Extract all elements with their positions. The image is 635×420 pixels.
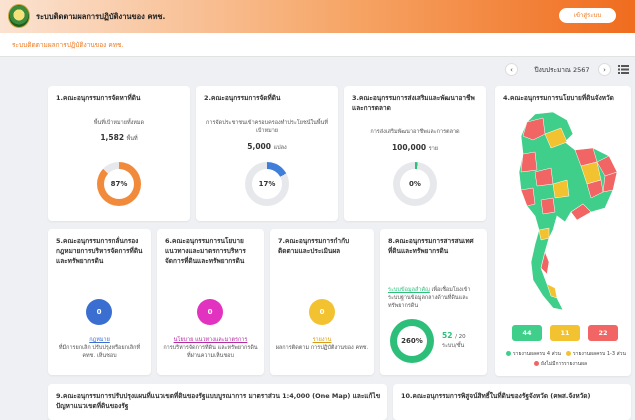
legend-dot-icon xyxy=(506,351,511,356)
count-bubble: 0 xyxy=(86,299,112,325)
target-value: 1,582 พื้นที่ xyxy=(100,133,138,142)
thailand-province-map[interactable] xyxy=(505,112,623,312)
card-title: 4.คณะอนุกรรมการนโยบายที่ดินจังหวัด xyxy=(503,94,614,102)
legend-complete: รายงานผลครบ 4 ส่วน xyxy=(506,350,561,358)
fiscal-year-label: ปีงบประมาณ 2567 xyxy=(534,66,590,74)
card-rights-verification: 10.คณะอนุกรรมการพิสูจน์สิทธิ์ในที่ดินของ… xyxy=(393,384,631,420)
target-value: 100,000 ราย xyxy=(391,143,439,152)
year-navigator: ‹ ปีงบประมาณ 2567 › xyxy=(505,62,630,78)
login-button[interactable]: เข้าสู่ระบบ xyxy=(559,8,616,23)
progress-donut: 260% xyxy=(390,319,434,363)
card-title: 7.คณะอนุกรรมการกำกับ ติดตามและประเมินผล xyxy=(278,237,350,255)
report-description: ผลการติดตาม การปฏิบัติงานของ คทช. xyxy=(275,345,369,351)
progress-donut: 87% xyxy=(97,162,141,206)
target-description: การจัดประชาชนเข้าครอบครองทำประโยชน์ในพื้… xyxy=(206,120,328,134)
progress-donut: 0% xyxy=(393,162,437,206)
card-title: 5.คณะอนุกรรมการกลั่นกรองกฎหมายการบริหารจ… xyxy=(56,237,143,265)
stat-none-count: 22 xyxy=(588,325,618,341)
progress-donut: 17% xyxy=(245,162,289,206)
system-count: 52 / 20 xyxy=(442,331,466,340)
card-title: 1.คณะอนุกรรมการจัดหาที่ดิน xyxy=(56,94,141,102)
next-year-button[interactable]: › xyxy=(598,63,611,76)
card-title: 6.คณะอนุกรรมการนโยบายแนวทางและมาตรการบริ… xyxy=(165,237,246,265)
progress-percent: 17% xyxy=(252,169,282,199)
top-header: ระบบติดตามผลการปฏิบัติงานของ คทช. เข้าสู… xyxy=(0,0,635,33)
target-value: 5,000 แปลง xyxy=(247,142,287,151)
card-law-screening: 5.คณะอนุกรรมการกลั่นกรองกฎหมายการบริหารจ… xyxy=(48,229,151,375)
stat-complete-count: 44 xyxy=(512,325,542,341)
law-description: ที่มีการยกเลิก ปรับปรุงหรือยกเลิกที่ คทช… xyxy=(58,345,141,359)
card-land-allocation: 2.คณะอนุกรรมการจัดที่ดิน การจัดประชาชนเข… xyxy=(196,86,338,221)
report-link[interactable]: รายงาน xyxy=(275,336,369,344)
card-title: 9.คณะอนุกรรมการปรับปรุงแผนที่แนวเขตที่ดิ… xyxy=(56,392,381,410)
card-title: 10.คณะอนุกรรมการพิสูจน์สิทธิ์ในที่ดินของ… xyxy=(401,392,591,400)
card-land-information: 8.คณะอนุกรรมการสารสนเทศที่ดินและทรัพยากร… xyxy=(380,229,487,375)
app-title: ระบบติดตามผลการปฏิบัติงานของ คทช. xyxy=(36,12,166,21)
legend-partial: รายงานผลครบ 1-3 ส่วน xyxy=(566,350,626,358)
info-link[interactable]: ระบบข้อมูลสำคัญ xyxy=(388,287,430,293)
card-title: 8.คณะอนุกรรมการสารสนเทศที่ดินและทรัพยากร… xyxy=(388,237,474,255)
progress-percent: 0% xyxy=(400,169,430,199)
count-bubble: 0 xyxy=(309,299,335,325)
policy-description: การบริหารจัดการที่ดิน และทรัพยากรดินที่ผ… xyxy=(163,345,258,359)
system-count-unit: ระบบ/ชั้น xyxy=(442,343,465,349)
breadcrumb-bar: ระบบติดตามผลการปฏิบัติงานของ คทช. xyxy=(0,33,635,57)
agency-logo xyxy=(8,4,30,28)
card-title: 3.คณะอนุกรรมการส่งเสริมและพัฒนาอาชีพและก… xyxy=(352,94,475,112)
card-monitoring-evaluation: 7.คณะอนุกรรมการกำกับ ติดตามและประเมินผล … xyxy=(270,229,374,375)
legend-dot-icon xyxy=(534,361,539,366)
card-title: 2.คณะอนุกรรมการจัดที่ดิน xyxy=(204,94,281,102)
count-bubble: 0 xyxy=(197,299,223,325)
page-title: ระบบติดตามผลการปฏิบัติงานของ คทช. xyxy=(12,41,124,49)
legend-dot-icon xyxy=(566,351,571,356)
law-link[interactable]: กฎหมาย xyxy=(53,336,146,344)
policy-link[interactable]: นโยบาย แนวทางและมาตรการ xyxy=(162,336,259,344)
stat-partial-count: 11 xyxy=(550,325,580,341)
progress-percent: 87% xyxy=(104,169,134,199)
target-description: การส่งเสริมพัฒนาอาชีพและการตลาด xyxy=(370,129,460,135)
list-view-icon[interactable] xyxy=(617,63,630,76)
card-career-promotion: 3.คณะอนุกรรมการส่งเสริมและพัฒนาอาชีพและก… xyxy=(344,86,486,221)
card-policy-measures: 6.คณะอนุกรรมการนโยบายแนวทางและมาตรการบริ… xyxy=(157,229,264,375)
info-description: ระบบข้อมูลสำคัญ เพื่อเชื่อมโยงเข้าระบบฐา… xyxy=(388,287,471,309)
legend-none: ยังไม่มีการรายงานผล xyxy=(534,360,587,368)
progress-percent: 260% xyxy=(397,326,427,356)
target-description: พื้นที่เป้าหมายทั้งหมด xyxy=(93,120,145,126)
prev-year-button[interactable]: ‹ xyxy=(505,63,518,76)
card-one-map: 9.คณะอนุกรรมการปรับปรุงแผนที่แนวเขตที่ดิ… xyxy=(48,384,387,420)
card-land-procurement: 1.คณะอนุกรรมการจัดหาที่ดิน พื้นที่เป้าหม… xyxy=(48,86,190,221)
